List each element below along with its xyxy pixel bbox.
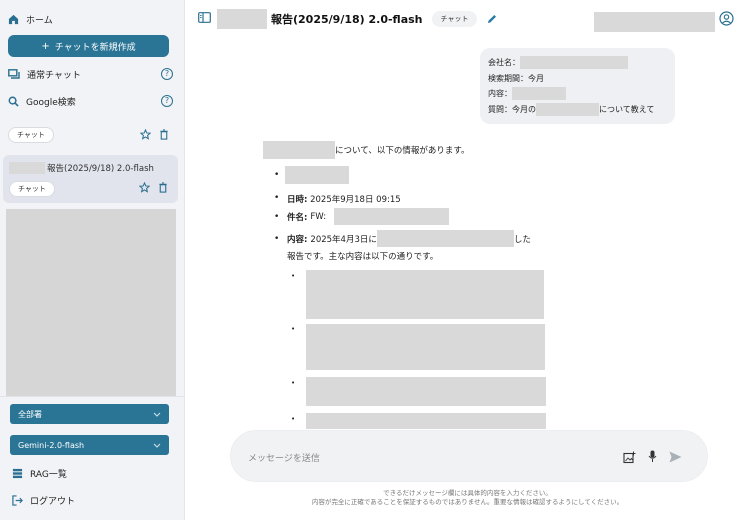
model-select-value: Gemini-2.0-flash — [18, 440, 85, 450]
chat-tag: チャット — [431, 11, 478, 27]
main-panel: 報告(2025/9/18) 2.0-flash チャット 会社名： 検索期間：今… — [185, 0, 750, 520]
logout-icon — [12, 494, 23, 506]
redacted-history-list — [6, 209, 176, 396]
sidebar: ホーム + チャットを新規作成 通常チャット ? Google検索 ? チャット… — [0, 0, 185, 520]
content-prefix: 2025年4月3日に — [310, 234, 377, 245]
trash-icon[interactable] — [159, 129, 169, 140]
new-chat-button[interactable]: + チャットを新規作成 — [8, 35, 169, 57]
bullet-dot: • — [291, 325, 296, 333]
sidebar-item-label: Google検索 — [26, 97, 76, 108]
redacted-block — [376, 230, 514, 247]
chat-icon — [8, 68, 20, 79]
chat-history-item-active[interactable]: 報告(2025/9/18) 2.0-flash チャット — [3, 155, 178, 203]
sidebar-item-normal-chat[interactable]: 通常チャット ? — [8, 66, 178, 82]
add-image-icon[interactable] — [623, 451, 636, 464]
answer-content-line: 内容: 2025年4月3日に した — [287, 230, 531, 247]
bullet-dot: • — [274, 234, 280, 244]
bullet-dot: • — [291, 272, 296, 280]
bullet-dot: • — [274, 193, 280, 203]
send-icon[interactable] — [669, 451, 682, 463]
trash-icon[interactable] — [158, 182, 168, 193]
star-icon[interactable] — [139, 182, 150, 193]
sidebar-toggle-icon[interactable] — [198, 12, 211, 23]
user-message-bubble: 会社名： 検索期間：今月 内容： 質問：今月の について教えて — [480, 48, 675, 124]
divider — [0, 396, 185, 397]
redacted-block — [520, 56, 628, 70]
message-input-placeholder[interactable]: メッセージを送信 — [248, 451, 320, 464]
question-suffix: について教えて — [599, 104, 655, 114]
date-label: 日時: — [287, 195, 308, 205]
chat-tag: チャット — [9, 181, 55, 197]
logout-link[interactable]: ログアウト — [12, 492, 75, 508]
disclaimer-line1: できるだけメッセージ欄には具体的内容を入力ください。 — [383, 489, 552, 497]
page-title: 報告(2025/9/18) 2.0-flash — [271, 13, 423, 26]
rag-list-label: RAG一覧 — [30, 469, 67, 480]
redacted-block — [306, 270, 544, 319]
disclaimer-line2: 内容が完全に正確であることを保証するものではありません。重要な情報は確認するよう… — [311, 498, 624, 506]
sidebar-item-google-search[interactable]: Google検索 ? — [8, 93, 178, 109]
database-icon — [12, 468, 23, 478]
redacted-block — [285, 166, 349, 184]
period-label: 検索期間：今月 — [488, 73, 544, 83]
department-select[interactable]: 全部署 — [10, 404, 169, 424]
company-label: 会社名： — [488, 58, 520, 67]
chat-tag: チャット — [8, 127, 54, 143]
redacted-block — [306, 324, 545, 370]
search-icon — [8, 96, 19, 107]
content-line2: 報告です。主な内容は以下の通りです。 — [287, 252, 439, 262]
logout-label: ログアウト — [30, 496, 76, 507]
content-label: 内容： — [488, 89, 512, 98]
content-suffix: した — [513, 234, 531, 245]
home-icon — [8, 14, 19, 24]
redacted-block — [263, 141, 335, 159]
answer-subject-line: 件名: FW: — [287, 208, 450, 225]
bullet-dot: • — [274, 212, 280, 222]
plus-icon: + — [41, 40, 50, 52]
bullet-dot: • — [291, 415, 296, 423]
microphone-icon[interactable] — [648, 450, 657, 463]
chat-header: 報告(2025/9/18) 2.0-flash チャット — [217, 9, 498, 29]
new-chat-label: チャットを新規作成 — [54, 42, 136, 53]
rag-list-link[interactable]: RAG一覧 — [12, 465, 67, 481]
redacted-block — [306, 377, 546, 406]
chat-item-title: 報告(2025/9/18) 2.0-flash — [47, 164, 154, 174]
chevron-down-icon — [153, 412, 161, 417]
home-label: ホーム — [26, 15, 53, 26]
redacted-block — [9, 162, 45, 174]
home-link[interactable]: ホーム — [8, 11, 53, 27]
question-prefix: 質問：今月の — [488, 104, 536, 114]
answer-date-line: 日時: 2025年9月18日 09:15 — [287, 193, 401, 205]
disclaimer: できるだけメッセージ欄には具体的内容を入力ください。 内容が完全に正確であること… — [185, 489, 750, 507]
help-icon[interactable]: ? — [161, 68, 173, 80]
model-select[interactable]: Gemini-2.0-flash — [10, 435, 169, 455]
redacted-block — [594, 12, 715, 32]
user-avatar-icon[interactable] — [719, 11, 734, 26]
redacted-block — [512, 87, 566, 101]
star-icon[interactable] — [140, 129, 151, 140]
answer-intro: について、以下の情報があります。 — [335, 146, 470, 156]
redacted-block — [536, 102, 599, 116]
subject-label: 件名: — [287, 212, 308, 223]
date-value: 2025年9月18日 09:15 — [310, 195, 401, 205]
help-icon[interactable]: ? — [161, 95, 173, 107]
content-label: 内容: — [287, 234, 308, 245]
department-select-value: 全部署 — [18, 409, 42, 419]
redacted-block — [334, 208, 450, 225]
sidebar-item-label: 通常チャット — [27, 70, 81, 81]
redacted-block — [306, 413, 546, 429]
edit-icon[interactable] — [486, 13, 498, 25]
subject-value: FW: — [310, 211, 327, 222]
bullet-dot: • — [291, 379, 296, 387]
bullet-dot: • — [274, 170, 280, 180]
message-input-box[interactable]: メッセージを送信 — [230, 430, 708, 482]
chat-section-header: チャット — [8, 127, 178, 145]
chevron-down-icon — [153, 443, 161, 448]
redacted-block — [217, 9, 267, 29]
